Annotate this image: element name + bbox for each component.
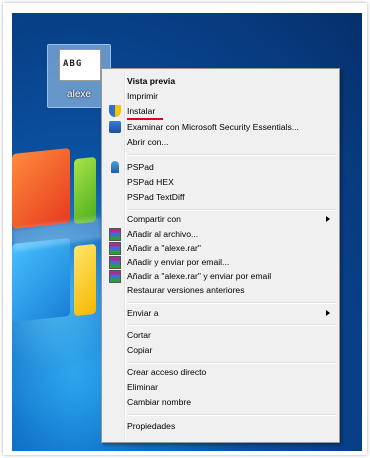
- menu-item-send-to[interactable]: Enviar a: [105, 306, 336, 320]
- menu-separator: [127, 209, 336, 211]
- menu-item-delete[interactable]: Eliminar: [105, 380, 336, 394]
- menu-item-label: PSPad TextDiff: [127, 192, 185, 202]
- menu-item-label: Enviar a: [127, 308, 159, 318]
- menu-item-pspad-hex[interactable]: PSPad HEX: [105, 175, 336, 189]
- menu-item-open-with[interactable]: Abrir con...: [105, 135, 336, 149]
- menu-item-label: PSPad: [127, 162, 154, 172]
- winrar-icon: [109, 270, 121, 283]
- menu-item-label: Eliminar: [127, 382, 159, 392]
- menu-item-scan-mse[interactable]: Examinar con Microsoft Security Essentia…: [105, 120, 336, 134]
- windows-logo-blue-pane: [12, 237, 70, 323]
- context-menu: Vista previa Imprimir Instalar Examinar …: [101, 68, 340, 443]
- menu-item-add-to-archive[interactable]: Añadir al archivo...: [105, 227, 336, 241]
- menu-item-preview[interactable]: Vista previa: [105, 74, 336, 88]
- menu-item-label: Instalar: [127, 106, 156, 116]
- windows-logo-red-pane: [12, 147, 70, 230]
- menu-item-label: Añadir a "alexe.rar": [127, 243, 201, 253]
- menu-item-add-to-rar-and-email[interactable]: Añadir a "alexe.rar" y enviar por email: [105, 269, 336, 283]
- menu-item-share-with[interactable]: Compartir con: [105, 212, 336, 226]
- menu-item-label: Añadir al archivo...: [127, 229, 199, 239]
- windows-logo-yellow-pane: [74, 243, 96, 317]
- menu-separator: [127, 414, 336, 416]
- screenshot-frame: ABG alexe Vista previa Imprimir Instalar…: [3, 3, 367, 455]
- menu-separator: [127, 302, 336, 304]
- menu-item-label: Abrir con...: [127, 137, 169, 147]
- file-thumb-text: ABG: [63, 59, 83, 69]
- pspad-icon: [111, 161, 119, 173]
- menu-item-label: Restaurar versiones anteriores: [127, 285, 245, 295]
- windows-logo-green-pane: [74, 156, 96, 225]
- menu-item-label: Añadir a "alexe.rar" y enviar por email: [127, 271, 272, 281]
- menu-item-restore-previous[interactable]: Restaurar versiones anteriores: [105, 283, 336, 297]
- winrar-icon: [109, 228, 121, 241]
- menu-item-copy[interactable]: Copiar: [105, 343, 336, 357]
- menu-item-label: Vista previa: [127, 76, 176, 86]
- menu-item-label: Compartir con: [127, 214, 181, 224]
- menu-item-rename[interactable]: Cambiar nombre: [105, 395, 336, 409]
- menu-item-label: Añadir y enviar por email...: [127, 257, 230, 267]
- menu-item-pspad[interactable]: PSPad: [105, 160, 336, 174]
- file-thumbnail-icon: ABG: [59, 49, 101, 81]
- menu-item-create-shortcut[interactable]: Crear acceso directo: [105, 365, 336, 379]
- menu-item-label: Copiar: [127, 345, 153, 355]
- menu-item-label: Crear acceso directo: [127, 367, 207, 377]
- menu-item-add-and-email[interactable]: Añadir y enviar por email...: [105, 255, 336, 269]
- uac-shield-icon: [109, 105, 121, 117]
- winrar-icon: [109, 242, 121, 255]
- menu-separator: [127, 324, 336, 326]
- menu-item-install[interactable]: Instalar: [105, 104, 336, 120]
- security-essentials-icon: [109, 121, 121, 133]
- menu-item-label: Propiedades: [127, 421, 176, 431]
- menu-item-properties[interactable]: Propiedades: [105, 419, 336, 433]
- menu-item-label: Examinar con Microsoft Security Essentia…: [127, 122, 299, 132]
- menu-separator: [127, 362, 336, 364]
- submenu-arrow-icon: [326, 216, 330, 222]
- menu-separator: [127, 154, 336, 156]
- menu-item-cut[interactable]: Cortar: [105, 328, 336, 342]
- menu-item-add-to-rar[interactable]: Añadir a "alexe.rar": [105, 241, 336, 255]
- desktop[interactable]: ABG alexe Vista previa Imprimir Instalar…: [12, 13, 362, 451]
- menu-item-label: Cortar: [127, 330, 151, 340]
- menu-item-print[interactable]: Imprimir: [105, 89, 336, 103]
- menu-item-label: Cambiar nombre: [127, 397, 191, 407]
- menu-item-label: PSPad HEX: [127, 177, 174, 187]
- menu-item-label: Imprimir: [127, 91, 159, 101]
- winrar-icon: [109, 256, 121, 269]
- menu-item-pspad-textdiff[interactable]: PSPad TextDiff: [105, 190, 336, 204]
- submenu-arrow-icon: [326, 310, 330, 316]
